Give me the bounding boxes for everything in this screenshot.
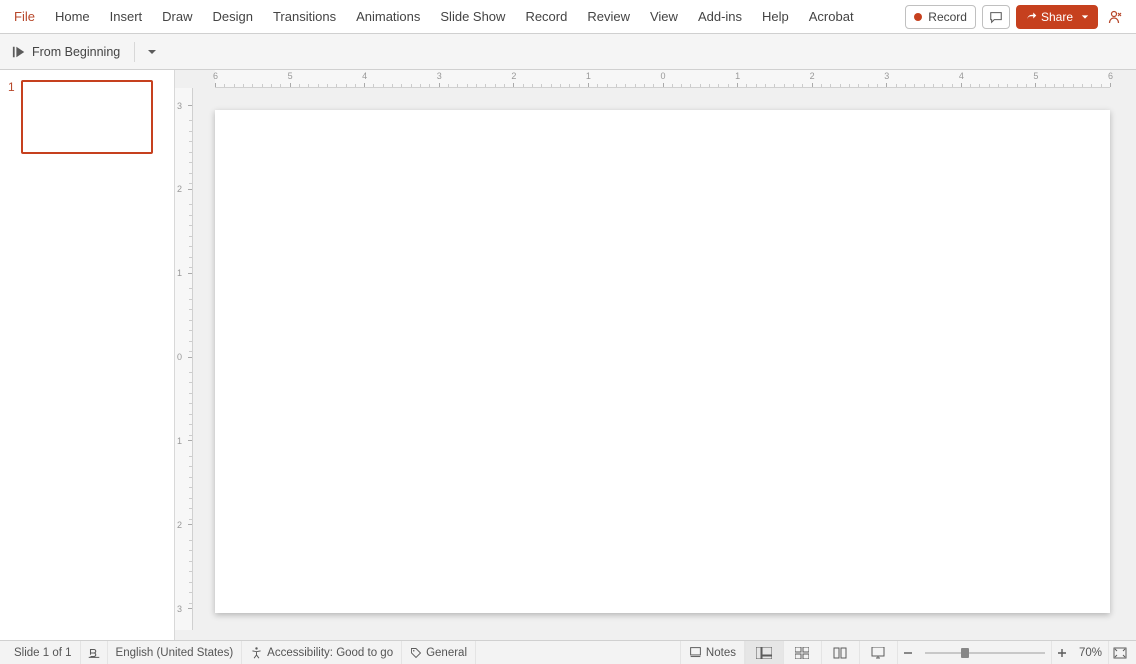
ruler-tick-label: 5 (288, 71, 293, 81)
tab-animations[interactable]: Animations (346, 0, 430, 33)
ruler-tick-label: 6 (1108, 71, 1113, 81)
tab-insert[interactable]: Insert (100, 0, 153, 33)
ruler-tick-label: 1 (735, 71, 740, 81)
zoom-slider[interactable] (925, 652, 1045, 654)
slide-thumbnail-panel[interactable]: 1 (0, 70, 175, 640)
sub-ribbon-more-button[interactable] (143, 44, 161, 60)
fit-icon (1113, 647, 1127, 659)
record-button[interactable]: Record (905, 5, 976, 29)
ruler-tick-label: 6 (213, 71, 218, 81)
tab-acrobat[interactable]: Acrobat (799, 0, 864, 33)
zoom-out-button[interactable] (897, 641, 919, 664)
zoom-slider-thumb[interactable] (961, 648, 969, 658)
tag-icon (410, 647, 422, 659)
slide-canvas[interactable] (215, 110, 1110, 613)
sorter-view-icon (795, 647, 809, 659)
ruler-tick-label: 3 (177, 101, 182, 111)
person-icon (1108, 9, 1124, 25)
slide-editor: 6 5 4 3 2 1 0 1 2 3 4 5 6 3 2 1 0 1 2 3 (175, 70, 1136, 640)
share-button[interactable]: Share (1016, 5, 1098, 29)
tab-view[interactable]: View (640, 0, 688, 33)
view-slideshow-button[interactable] (859, 641, 897, 664)
slide-thumbnail-preview[interactable] (21, 80, 153, 154)
coauthor-button[interactable] (1104, 5, 1128, 29)
language-text: English (United States) (116, 647, 234, 659)
horizontal-ruler[interactable]: 6 5 4 3 2 1 0 1 2 3 4 5 6 (215, 70, 1110, 88)
ruler-tick-label: 1 (586, 71, 591, 81)
view-sorter-button[interactable] (783, 641, 821, 664)
tab-file[interactable]: File (4, 0, 45, 33)
ribbon-tabs: File Home Insert Draw Design Transitions… (0, 0, 1136, 34)
play-from-start-icon (12, 45, 26, 59)
ruler-tick-label: 3 (177, 604, 182, 614)
record-dot-icon (914, 13, 922, 21)
notes-icon (689, 646, 702, 659)
accessibility-text: Accessibility: Good to go (267, 647, 393, 659)
status-sensitivity[interactable]: General (402, 641, 476, 664)
tab-design[interactable]: Design (203, 0, 263, 33)
status-spellcheck[interactable] (81, 641, 108, 664)
sub-ribbon-divider (134, 42, 135, 62)
comment-icon (989, 10, 1003, 24)
slide-thumbnail-item[interactable]: 1 (8, 80, 166, 154)
spellcheck-icon (87, 646, 101, 660)
ruler-tick-label: 1 (177, 436, 182, 446)
chevron-down-icon (1081, 13, 1089, 21)
status-slide-counter[interactable]: Slide 1 of 1 (6, 641, 81, 664)
zoom-percent-text: 70% (1079, 647, 1102, 659)
view-reading-button[interactable] (821, 641, 859, 664)
slideshow-view-icon (871, 647, 885, 659)
view-normal-button[interactable] (745, 641, 783, 664)
share-icon (1025, 11, 1037, 23)
status-right-group: Notes 70% (680, 641, 1130, 664)
status-accessibility[interactable]: Accessibility: Good to go (242, 641, 402, 664)
slide-canvas-container (215, 110, 1110, 620)
accessibility-icon (250, 646, 263, 659)
ruler-tick-label: 2 (177, 184, 182, 194)
sensitivity-text: General (426, 647, 467, 659)
ruler-tick-label: 4 (959, 71, 964, 81)
vertical-ruler[interactable]: 3 2 1 0 1 2 3 (175, 88, 193, 630)
plus-icon (1057, 648, 1067, 658)
reading-view-icon (833, 647, 847, 659)
status-bar: Slide 1 of 1 English (United States) Acc… (0, 640, 1136, 664)
zoom-in-button[interactable] (1051, 641, 1073, 664)
tab-slide-show[interactable]: Slide Show (430, 0, 515, 33)
comments-button[interactable] (982, 5, 1010, 29)
tab-review[interactable]: Review (577, 0, 640, 33)
chevron-down-icon (147, 47, 157, 57)
tab-home[interactable]: Home (45, 0, 100, 33)
from-beginning-button[interactable]: From Beginning (6, 42, 126, 62)
ribbon-right-group: Record Share (905, 0, 1132, 33)
normal-view-icon (756, 647, 772, 659)
notes-button[interactable]: Notes (680, 641, 745, 664)
ruler-tick-label: 0 (177, 352, 182, 362)
ruler-tick-label: 4 (362, 71, 367, 81)
record-button-label: Record (928, 10, 967, 24)
fit-to-window-button[interactable] (1108, 641, 1130, 664)
ruler-tick-label: 0 (661, 71, 666, 81)
tab-record[interactable]: Record (515, 0, 577, 33)
ruler-tick-label: 2 (511, 71, 516, 81)
share-button-label: Share (1041, 10, 1073, 24)
from-beginning-label: From Beginning (32, 45, 120, 59)
status-language[interactable]: English (United States) (108, 641, 243, 664)
notes-label: Notes (706, 647, 736, 659)
sub-ribbon: From Beginning (0, 34, 1136, 70)
ruler-tick-label: 3 (437, 71, 442, 81)
ruler-tick-label: 1 (177, 268, 182, 278)
tab-help[interactable]: Help (752, 0, 799, 33)
ruler-tick-label: 2 (810, 71, 815, 81)
tab-transitions[interactable]: Transitions (263, 0, 346, 33)
tab-add-ins[interactable]: Add-ins (688, 0, 752, 33)
slide-thumbnail-number: 1 (8, 80, 15, 94)
tab-draw[interactable]: Draw (152, 0, 202, 33)
ruler-tick-label: 3 (884, 71, 889, 81)
minus-icon (903, 648, 913, 658)
ruler-tick-label: 2 (177, 520, 182, 530)
zoom-percent[interactable]: 70% (1073, 641, 1108, 664)
slide-counter-text: Slide 1 of 1 (14, 647, 72, 659)
workspace: 1 6 5 4 3 2 1 0 1 2 3 4 5 6 3 2 1 0 1 2 3 (0, 70, 1136, 640)
ruler-tick-label: 5 (1033, 71, 1038, 81)
